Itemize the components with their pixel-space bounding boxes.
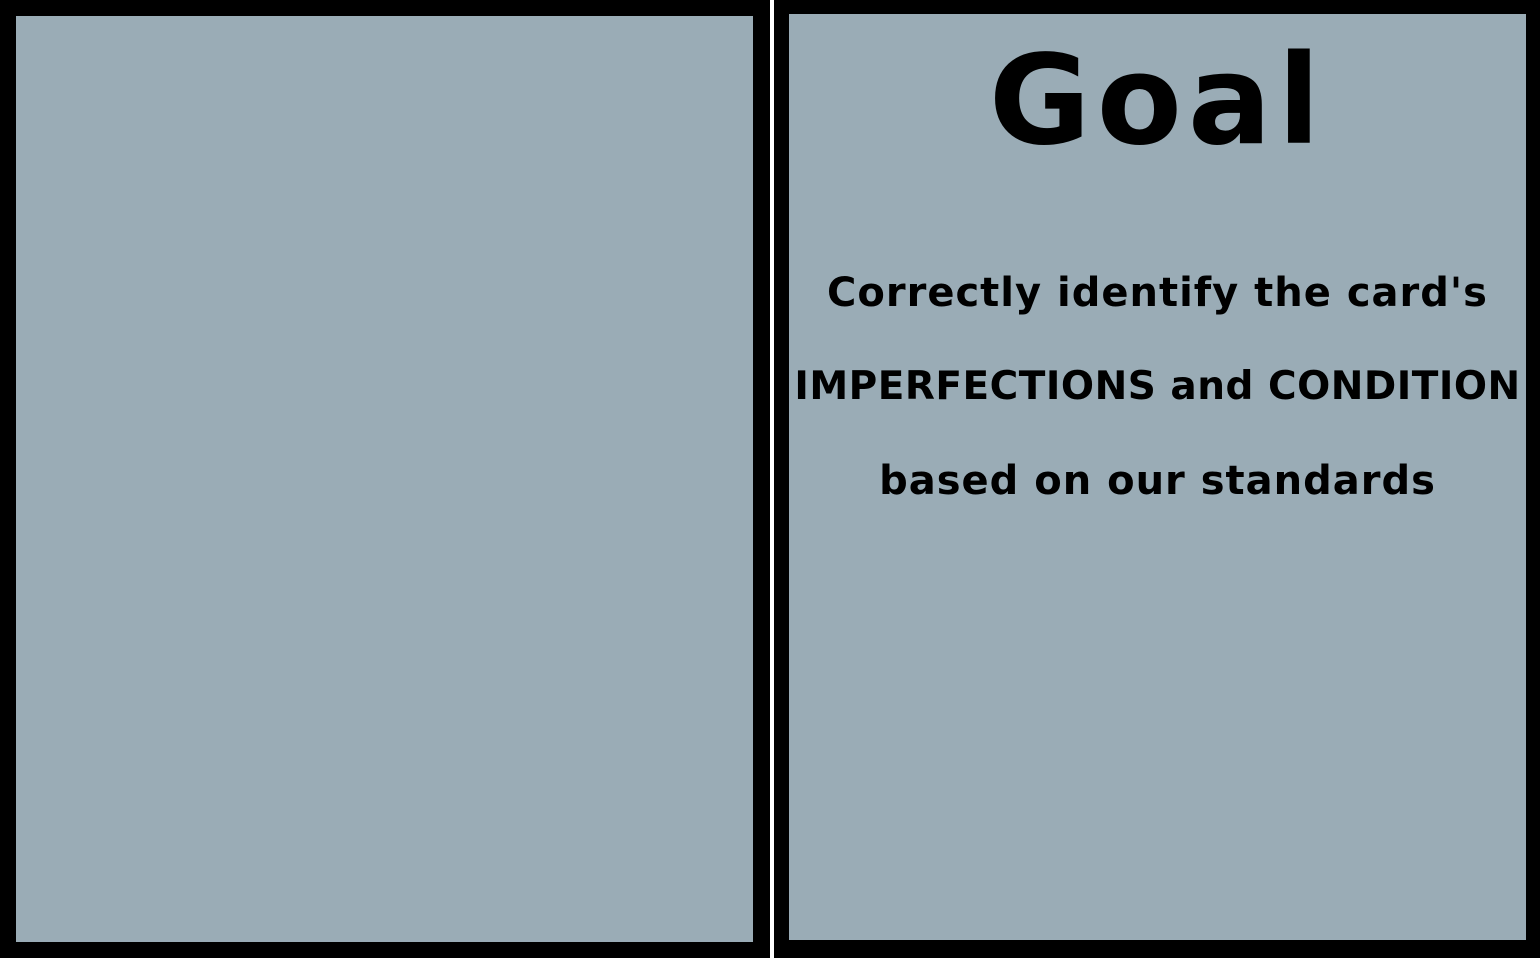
goal-panel: Goal Correctly identify the card's IMPER… xyxy=(774,0,1540,958)
slide-stage: Goal Correctly identify the card's IMPER… xyxy=(0,0,1540,958)
goal-description: Correctly identify the card's IMPERFECTI… xyxy=(789,246,1526,528)
goal-line-2: IMPERFECTIONS and CONDITION xyxy=(794,364,1521,409)
goal-line-1: Correctly identify the card's xyxy=(827,270,1488,316)
left-panel xyxy=(0,0,770,958)
goal-title: Goal xyxy=(988,29,1327,173)
goal-line-3: based on our standards xyxy=(879,458,1436,504)
